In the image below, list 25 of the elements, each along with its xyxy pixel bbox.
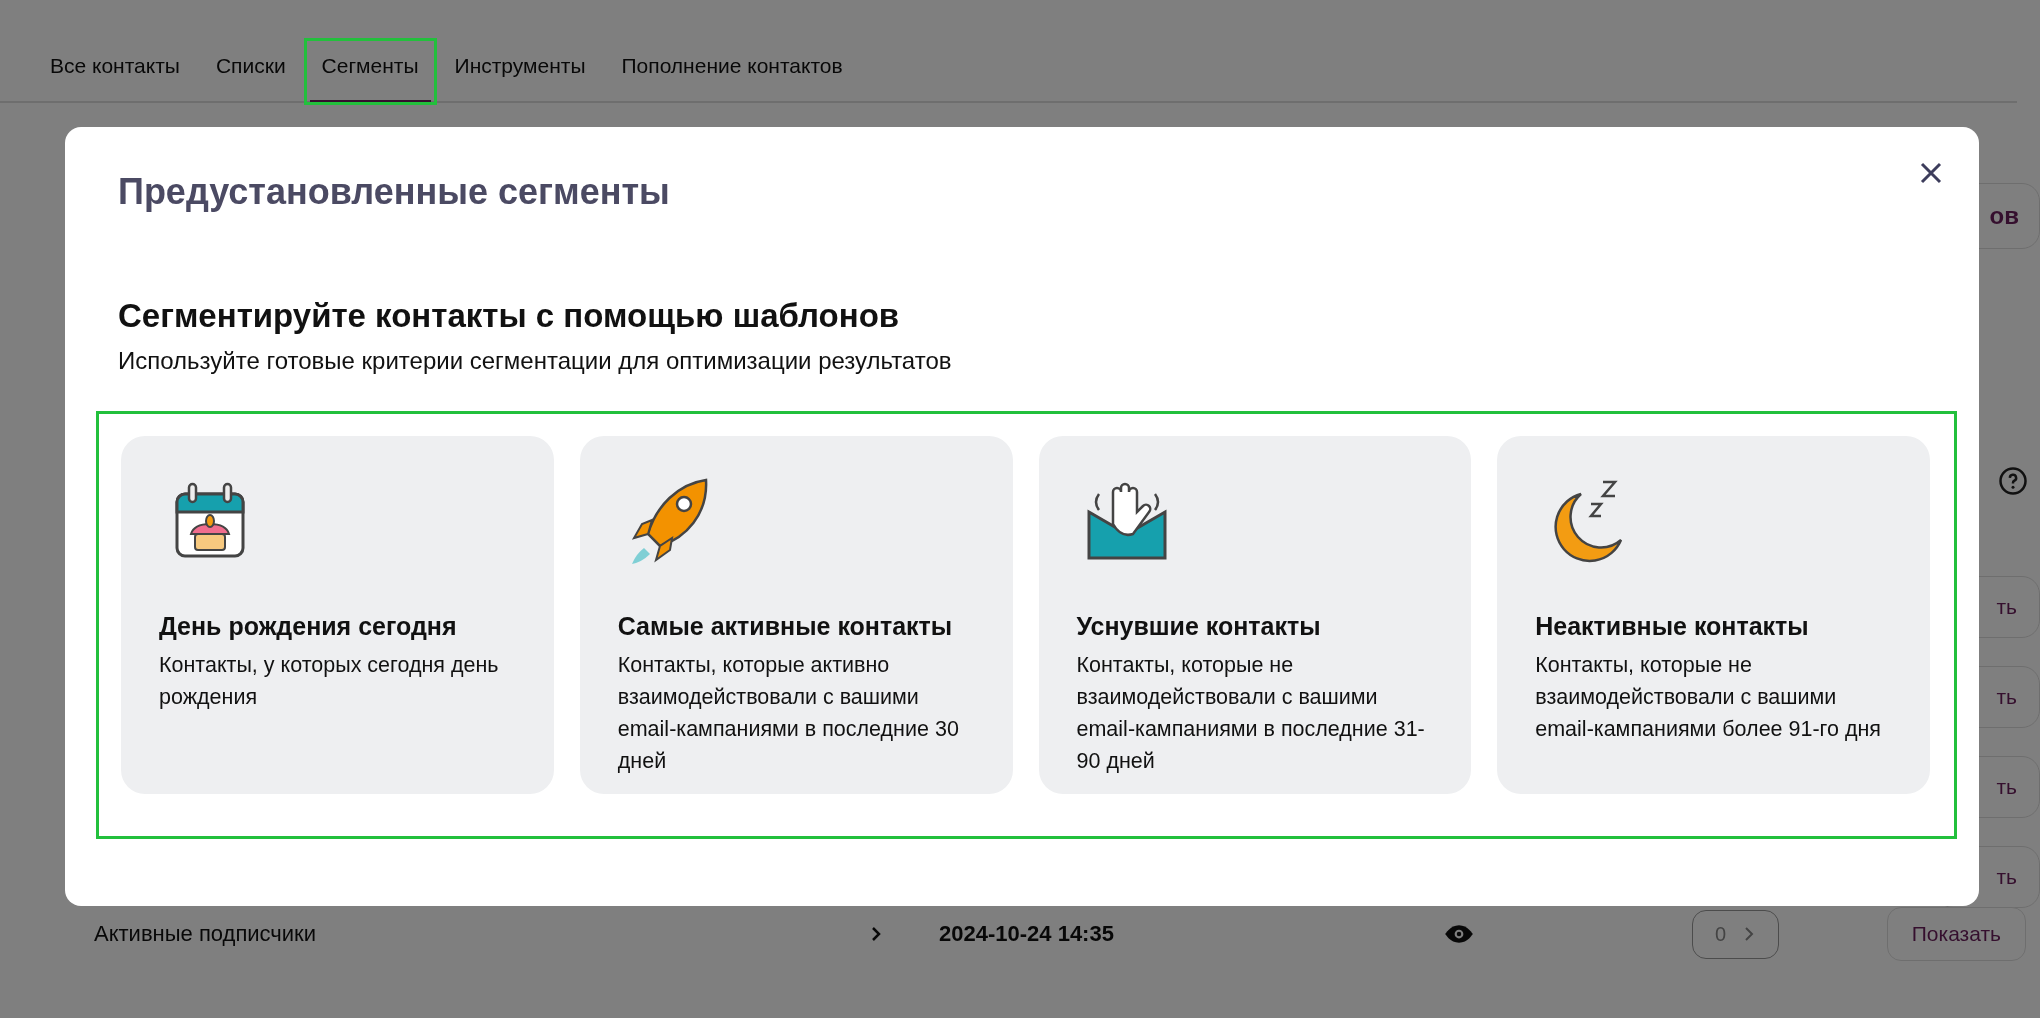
tab[interactable]: Сегменты [309, 40, 431, 103]
date-cell-text: 2024-10-24 14:35 [939, 921, 1115, 947]
segment-card[interactable]: Самые активные контакты Контакты, которые активно взаимодействовали с вашими email-кампаниями в последние 30 дней [579, 436, 1013, 794]
card-description: Контакты, которые активно взаимодействовали с вашими email-кампаниями в последние 30 дней [617, 652, 960, 775]
card-title: День рождения сегодня [159, 612, 458, 641]
tab[interactable]: Пополнение контактов [609, 40, 855, 103]
card-description: Контакты, которые не взаимодействовали с вашими email-кампаниями в последние 31-90 дней [1076, 652, 1426, 775]
dialog-title: Предустановленные сегменты [118, 171, 671, 213]
tab[interactable]: Все контакты [38, 40, 192, 103]
segment-card[interactable]: Неактивные контакты Контакты, которые не взаимодействовали с вашими email-кампаниями более 91-го дня [1497, 436, 1930, 794]
card-description: Контакты, у которых сегодня день рождения [159, 652, 500, 711]
card-title: Самые активные контакты [617, 612, 954, 641]
card-description: Контакты, которые не взаимодействовали с вашими email-кампаниями более 91-го дня [1535, 652, 1882, 743]
tab[interactable]: Списки [203, 40, 298, 103]
segment-card[interactable]: Уснувшие контакты Контакты, которые не взаимодействовали с вашими email-кампаниями в последние 31-90 дней [1038, 436, 1472, 794]
section-subtitle: Используйте готовые критерии сегментации для оптимизации результатов [118, 347, 953, 375]
help-icon[interactable] [1998, 466, 2028, 496]
card-title: Неактивные контакты [1535, 612, 1810, 641]
tab[interactable]: Инструменты [442, 40, 598, 103]
show-button[interactable]: Показать [1886, 907, 2026, 961]
close-icon [1919, 161, 1943, 185]
segment-card[interactable]: День рождения сегодня Контакты, у которых сегодня день рождения [121, 436, 554, 794]
card-title: Уснувшие контакты [1076, 612, 1322, 641]
section-heading: Сегментируйте контакты с помощью шаблонов [118, 297, 901, 335]
segment-name: Активные подписчики [94, 921, 318, 947]
